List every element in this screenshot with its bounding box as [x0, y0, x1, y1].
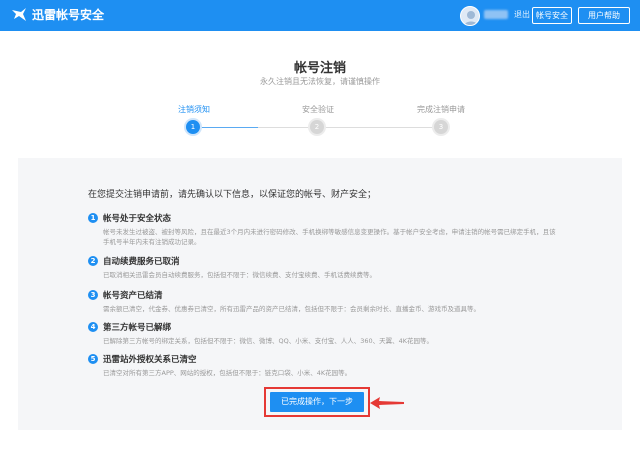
item-description: 已清空对所有第三方APP、网站的授权，包括但不限于：链克口袋、小米、4K花园等。: [103, 369, 352, 377]
step-line-1: [258, 127, 312, 128]
user-help-button[interactable]: 用户帮助: [578, 7, 630, 24]
step-progress-line: [200, 127, 258, 128]
intro-text: 在您提交注销申请前，请先确认以下信息，以保证您的帐号、财产安全；: [88, 190, 377, 200]
item-number: 5: [88, 354, 98, 364]
item-description: 已解除第三方帐号的绑定关系，包括但不限于：微信、微博、QQ、小米、支付宝、人人、…: [103, 337, 434, 345]
item-title: 自动续费服务已取消: [103, 257, 180, 267]
red-arrow-icon: [370, 397, 404, 409]
step-label-2: 安全验证: [302, 105, 334, 114]
notice-item: 5 迅雷站外授权关系已清空 已清空对所有第三方APP、网站的授权，包括但不限于：…: [88, 353, 558, 378]
item-description: 帐号未发生过被盗、被封等风险，且在最近3个月内未进行密码修改、手机换绑等敏感信息…: [103, 228, 556, 246]
item-description: 需余额已清空，代金券、优惠券已清空，所有迅雷产品的资产已结清，包括但不限于：会员…: [103, 305, 480, 313]
page-title: 帐号注销: [293, 61, 346, 76]
logout-link[interactable]: 退出: [514, 9, 530, 20]
xunlei-bird-icon: [12, 8, 26, 21]
next-button-highlight: 已完成操作，下一步: [264, 387, 370, 417]
user-avatar-icon: [464, 11, 478, 25]
site-logo[interactable]: 迅雷帐号安全: [10, 6, 104, 24]
page-subtitle: 永久注销且无法恢复，请谨慎操作: [260, 77, 380, 86]
next-step-button[interactable]: 已完成操作，下一步: [270, 392, 364, 412]
item-description: 已取消相关迅雷会员自动续费服务，包括但不限于：微信续费、支付宝续费、手机话费续费…: [103, 271, 376, 279]
step-circle-1: 1: [186, 120, 200, 134]
item-number: 2: [88, 256, 98, 266]
item-title: 迅雷站外授权关系已清空: [103, 355, 197, 365]
item-title: 帐号处于安全状态: [103, 214, 172, 224]
notice-item: 4 第三方帐号已解绑 已解除第三方帐号的绑定关系，包括但不限于：微信、微博、QQ…: [88, 321, 558, 346]
notice-item: 1 帐号处于安全状态 帐号未发生过被盗、被封等风险，且在最近3个月内未进行密码修…: [88, 212, 558, 247]
step-label-1: 注销须知: [178, 105, 210, 114]
item-number: 1: [88, 213, 98, 223]
step-line-2: [324, 127, 434, 128]
top-nav-bar: 迅雷帐号安全 退出 帐号安全 用户帮助: [0, 0, 640, 31]
item-number: 4: [88, 322, 98, 332]
notice-item: 3 帐号资产已结清 需余额已清空，代金券、优惠券已清空，所有迅雷产品的资产已结清…: [88, 289, 558, 314]
logo-text: 迅雷帐号安全: [32, 8, 105, 22]
item-number: 3: [88, 290, 98, 300]
account-security-button[interactable]: 帐号安全: [532, 7, 572, 24]
username-blurred: [484, 10, 508, 19]
step-circle-2: 2: [310, 120, 324, 134]
item-title: 第三方帐号已解绑: [103, 323, 172, 333]
step-label-3: 完成注销申请: [417, 105, 465, 114]
notice-item: 2 自动续费服务已取消 已取消相关迅雷会员自动续费服务，包括但不限于：微信续费、…: [88, 255, 558, 280]
item-title: 帐号资产已结清: [103, 291, 163, 301]
step-circle-3: 3: [434, 120, 448, 134]
avatar[interactable]: [460, 6, 480, 26]
